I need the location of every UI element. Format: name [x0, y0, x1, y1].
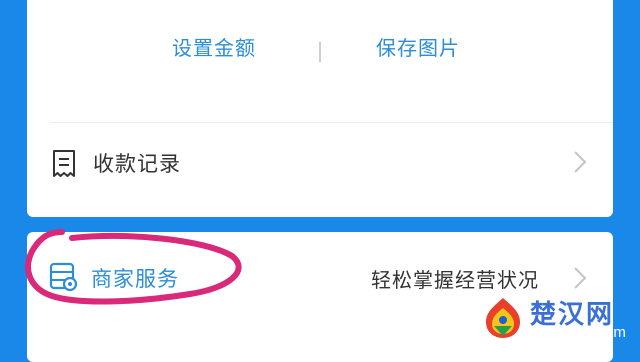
watermark-domain: hubei88.com	[530, 324, 627, 341]
watermark: 楚汉网 hubei88.com	[474, 292, 640, 349]
merchant-service-label: 商家服务	[91, 267, 179, 291]
row-divider	[50, 122, 613, 123]
chevron-right-icon	[574, 267, 587, 289]
payment-records-label: 收款记录	[93, 152, 181, 176]
set-amount-button[interactable]: 设置金额	[172, 32, 256, 61]
save-image-button[interactable]: 保存图片	[376, 32, 460, 61]
receipt-icon	[53, 150, 75, 177]
chevron-right-icon	[574, 151, 587, 173]
brand-logo	[486, 298, 520, 338]
merchant-service-subtitle: 轻松掌握经营状况	[371, 268, 539, 292]
payment-records-row[interactable]: 收款记录	[27, 143, 613, 199]
top-card: 设置金额 保存图片 收款记录	[27, 0, 613, 217]
action-divider	[319, 42, 321, 62]
shop-icon	[49, 262, 78, 292]
